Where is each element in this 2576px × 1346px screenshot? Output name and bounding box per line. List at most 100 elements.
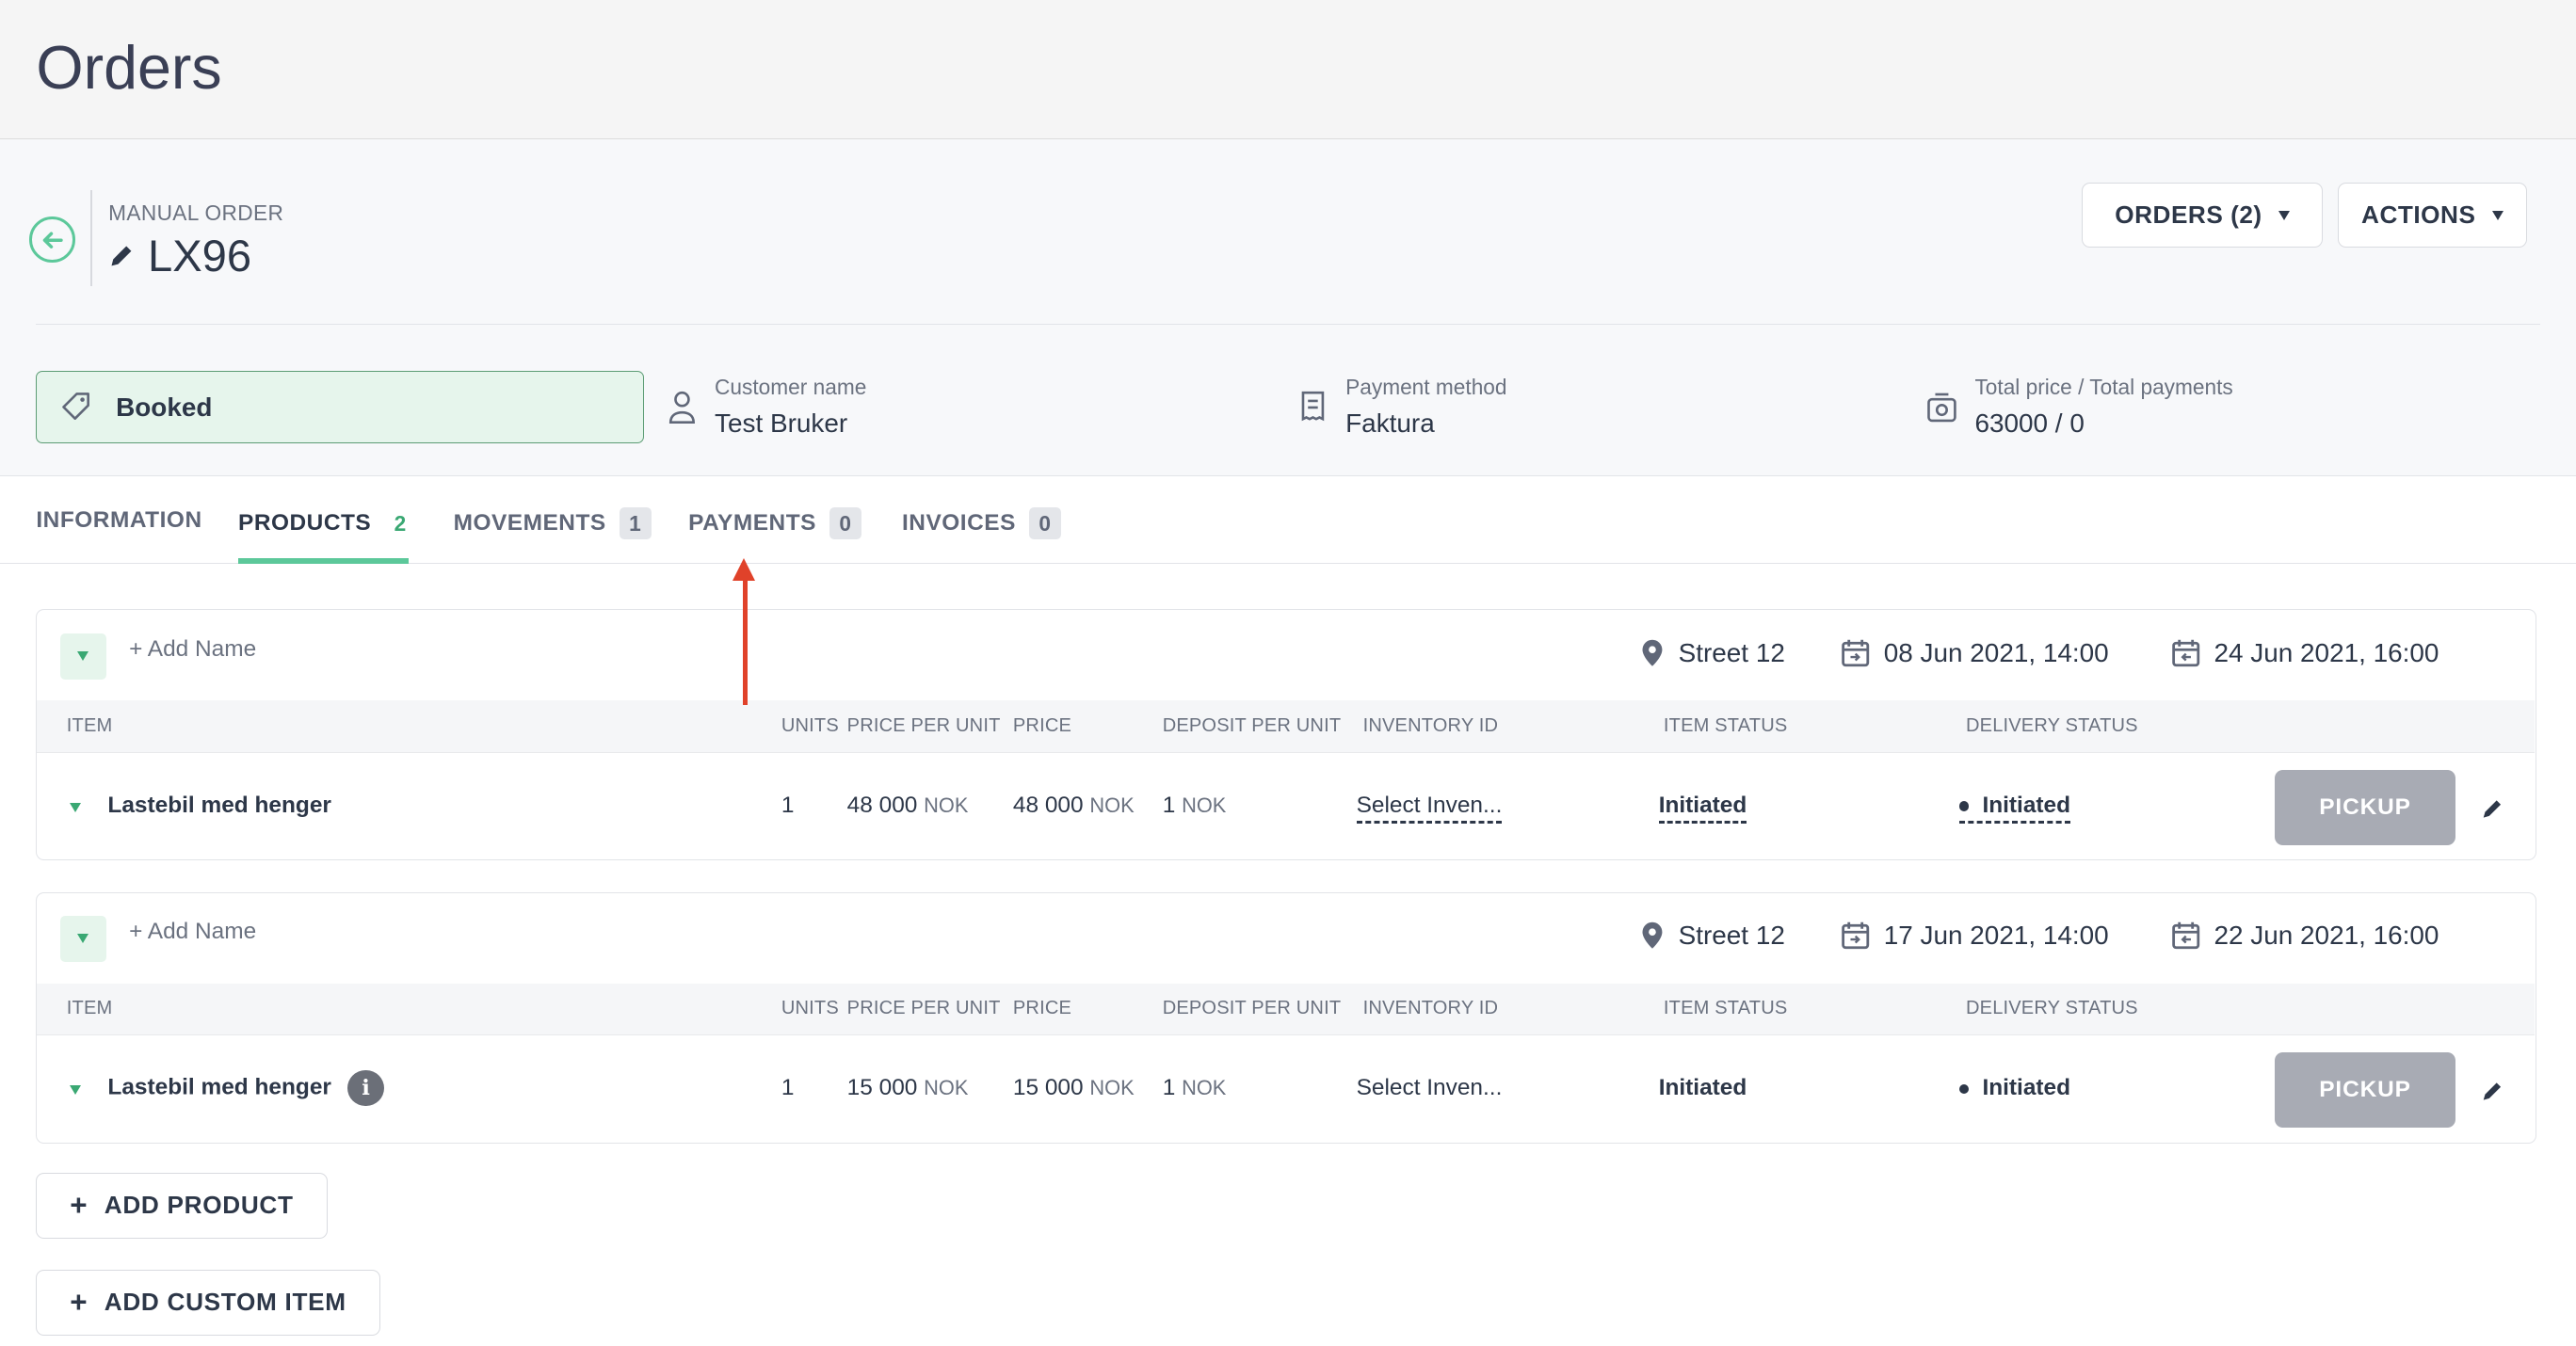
top-bar: Orders [0, 0, 2576, 140]
manual-order-label: MANUAL ORDER [108, 200, 284, 225]
item-status-select[interactable]: Initiated [1658, 793, 1747, 824]
col-price: PRICE [1012, 715, 1072, 737]
col-price: PRICE [1012, 998, 1072, 1019]
location-text: Street 12 [1678, 921, 1785, 951]
price-per-unit: 48 000 NOK [846, 793, 969, 819]
table-header: ITEM UNITS PRICE PER UNIT PRICE DEPOSIT … [37, 983, 2535, 1036]
annotation-arrow [742, 578, 748, 705]
arrow-left-icon [42, 232, 63, 248]
start-date-text: 17 Jun 2021, 14:00 [1883, 921, 2109, 951]
end-date-text: 24 Jun 2021, 16:00 [2214, 638, 2439, 668]
item-name: Lastebil med henger [107, 793, 331, 819]
collapse-toggle-button[interactable] [59, 915, 106, 962]
add-product-button[interactable]: + ADD PRODUCT [36, 1172, 328, 1239]
col-deposit: DEPOSIT PER UNIT [1162, 715, 1342, 737]
money-bag-icon [1927, 393, 1956, 423]
actions-dropdown-label: ACTIONS [2361, 200, 2476, 230]
table-row: Lastebil med henger 1 48 000 NOK 48 000 … [37, 753, 2534, 859]
start-date: 08 Jun 2021, 14:00 [1841, 638, 2109, 668]
total-label: Total price / Total payments [1974, 374, 2233, 399]
chevron-down-icon [77, 934, 89, 943]
customer-name-label: Customer name [715, 374, 867, 399]
tab-count-badge: 0 [829, 507, 861, 540]
price: 48 000 NOK [1012, 793, 1135, 819]
location-text: Street 12 [1678, 638, 1785, 668]
item-name: Lastebil med henger [107, 1074, 331, 1100]
product-card: + Add Name Street 12 08 Jun 2021, 14:00 … [36, 609, 2537, 861]
tab-count-badge: 2 [394, 510, 407, 536]
payment-method-label: Payment method [1345, 374, 1507, 399]
divider [89, 190, 92, 286]
pencil-icon[interactable] [2482, 796, 2504, 819]
calendar-start-icon [1842, 922, 1870, 950]
calendar-end-icon [2172, 640, 2200, 667]
end-date-text: 22 Jun 2021, 16:00 [2214, 921, 2439, 951]
total-value: 63000 / 0 [1974, 408, 2085, 438]
table-row: Lastebil med henger i 1 15 000 NOK 15 000… [37, 1035, 2534, 1142]
col-delivery-status: DELIVERY STATUS [1966, 998, 2138, 1019]
location-pin-icon [1642, 640, 1663, 666]
tab-information[interactable]: INFORMATION [36, 507, 201, 534]
add-name-link[interactable]: + Add Name [129, 919, 256, 945]
info-icon[interactable]: i [347, 1069, 384, 1107]
location: Street 12 [1639, 638, 1785, 668]
location-pin-icon [1642, 922, 1663, 950]
item-status-select[interactable]: Initiated [1659, 1075, 1747, 1101]
status-label: Booked [116, 392, 213, 422]
add-name-link[interactable]: + Add Name [129, 636, 256, 663]
payment-method-value: Faktura [1345, 408, 1435, 438]
pickup-button[interactable]: PICKUP [2275, 1051, 2455, 1129]
pickup-button[interactable]: PICKUP [2275, 769, 2455, 845]
collapse-toggle-button[interactable] [59, 633, 106, 680]
plus-icon: + [70, 1188, 89, 1222]
item-name-cell: Lastebil med henger i [107, 1069, 384, 1107]
price-per-unit: 15 000 NOK [846, 1075, 969, 1101]
inventory-select[interactable]: Select Inven... [1357, 1075, 1503, 1101]
delivery-status-select[interactable]: Initiated [1959, 793, 2071, 824]
chevron-down-icon [77, 651, 89, 661]
start-date: 17 Jun 2021, 14:00 [1841, 921, 2109, 951]
product-card: + Add Name Street 12 17 Jun 2021, 14:00 … [36, 891, 2537, 1144]
pencil-icon[interactable] [108, 243, 135, 269]
status-badge[interactable]: Booked [36, 371, 645, 444]
orders-dropdown-label: ORDERS (2) [2115, 200, 2262, 230]
tab-count-badge: 1 [619, 507, 652, 540]
delivery-status-select[interactable]: Initiated [1959, 1075, 2070, 1101]
page-title: Orders [36, 33, 222, 102]
price: 15 000 NOK [1012, 1075, 1135, 1101]
tab-movements[interactable]: MOVEMENTS 1 [453, 507, 652, 540]
col-units: UNITS [781, 715, 839, 737]
chevron-down-icon[interactable] [70, 1084, 82, 1095]
order-title: LX96 [108, 230, 251, 281]
calendar-end-icon [2172, 922, 2200, 950]
col-units: UNITS [781, 998, 839, 1019]
tab-label: PAYMENTS [688, 510, 816, 537]
status-dot [1959, 801, 1970, 811]
caret-down-icon [2491, 210, 2504, 220]
customer-name-value: Test Bruker [715, 408, 848, 438]
orders-dropdown-button[interactable]: ORDERS (2) [2081, 182, 2324, 248]
tab-invoices[interactable]: INVOICES 0 [902, 507, 1061, 540]
tab-products[interactable]: PRODUCTS 2 [238, 507, 416, 539]
inventory-select[interactable]: Select Inven... [1356, 793, 1503, 824]
add-custom-item-button[interactable]: + ADD CUSTOM ITEM [36, 1269, 380, 1336]
divider [36, 323, 2540, 326]
order-id: LX96 [148, 231, 252, 281]
caret-down-icon [2278, 210, 2291, 220]
col-item: ITEM [66, 715, 113, 737]
actions-dropdown-button[interactable]: ACTIONS [2338, 182, 2527, 248]
end-date: 22 Jun 2021, 16:00 [2171, 921, 2439, 951]
deposit: 1 NOK [1162, 793, 1227, 819]
tab-label: INFORMATION [36, 507, 202, 534]
end-date: 24 Jun 2021, 16:00 [2171, 638, 2439, 668]
col-item-status: ITEM STATUS [1663, 715, 1788, 737]
chevron-down-icon[interactable] [70, 802, 82, 812]
user-icon [668, 391, 695, 424]
total-info: Total price / Total payments 63000 / 0 [1925, 375, 2233, 439]
plus-icon: + [70, 1285, 89, 1319]
tab-label: INVOICES [902, 510, 1016, 537]
tab-label: MOVEMENTS [453, 510, 606, 537]
pencil-icon[interactable] [2482, 1079, 2504, 1101]
tab-payments[interactable]: PAYMENTS 0 [688, 507, 861, 540]
col-item-status: ITEM STATUS [1663, 998, 1788, 1019]
